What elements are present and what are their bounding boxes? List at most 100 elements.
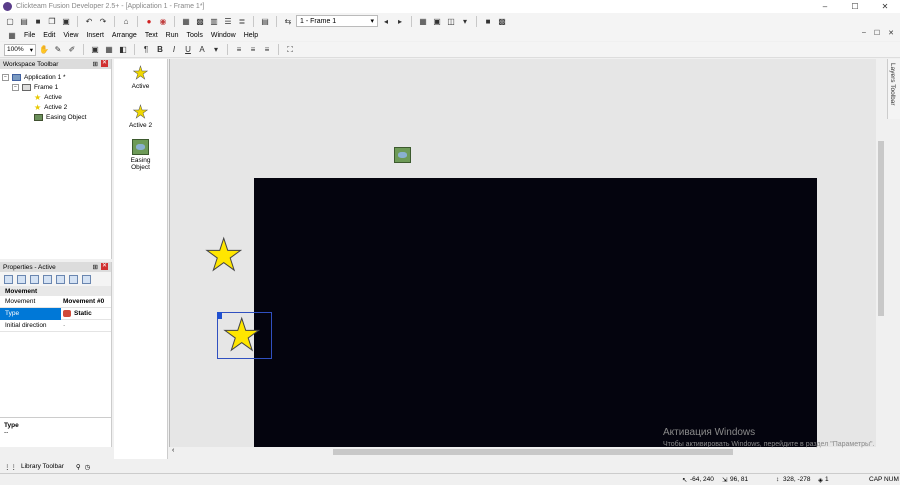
- copy-icon[interactable]: ❐: [46, 15, 58, 27]
- property-value-cell[interactable]: Static: [61, 309, 111, 317]
- settings-tab-icon[interactable]: [4, 274, 13, 284]
- grid-icon[interactable]: ▦: [417, 15, 429, 27]
- frame-editor-icon[interactable]: ▩: [194, 15, 206, 27]
- property-row[interactable]: Movement Movement #0: [0, 296, 111, 308]
- mdi-minimize-button[interactable]: –: [862, 29, 866, 37]
- collapse-icon[interactable]: −: [2, 73, 9, 81]
- vertical-scrollbar[interactable]: [876, 59, 886, 447]
- clock-icon[interactable]: ◷: [85, 463, 91, 471]
- close-icon[interactable]: ✕: [101, 60, 108, 67]
- display-options-icon[interactable]: ◫: [445, 15, 457, 27]
- property-row[interactable]: Type Static: [0, 307, 111, 320]
- paste-icon[interactable]: ▣: [60, 15, 72, 27]
- italic-button[interactable]: I: [168, 44, 180, 56]
- menu-file[interactable]: File: [24, 32, 35, 39]
- data-elements-icon[interactable]: ≣: [236, 15, 248, 27]
- menu-insert[interactable]: Insert: [86, 32, 104, 39]
- display-tab-icon[interactable]: [17, 274, 26, 284]
- tree-item-application[interactable]: − Application 1 *: [2, 72, 109, 82]
- next-frame-icon[interactable]: ▸: [394, 15, 406, 27]
- menu-help[interactable]: Help: [244, 32, 258, 39]
- frame-select[interactable]: 1 - Frame 1 ▾: [296, 15, 378, 27]
- menu-view[interactable]: View: [63, 32, 78, 39]
- snap-icon[interactable]: ▣: [431, 15, 443, 27]
- vertical-scroll-thumb[interactable]: [878, 141, 884, 316]
- edit-tool-icon[interactable]: ✎: [52, 44, 64, 56]
- hand-tool-icon[interactable]: ✋: [38, 44, 50, 56]
- save-icon[interactable]: ■: [32, 15, 44, 27]
- minimize-button[interactable]: –: [810, 0, 840, 13]
- undo-icon[interactable]: ↶: [83, 15, 95, 27]
- horizontal-scroll-thumb[interactable]: [333, 449, 733, 455]
- frame-editor-canvas[interactable]: ★ ★: [169, 59, 876, 447]
- scroll-left-icon[interactable]: ‹: [172, 447, 174, 454]
- horizontal-scrollbar[interactable]: ‹: [169, 447, 876, 457]
- redo-icon[interactable]: ↷: [97, 15, 109, 27]
- fit-frame-icon[interactable]: ⛶: [284, 44, 296, 56]
- tree-item-active-2[interactable]: ★ Active 2: [2, 102, 109, 112]
- mdi-close-button[interactable]: ✕: [888, 29, 894, 37]
- easing-object-instance[interactable]: [394, 147, 411, 163]
- menu-edit[interactable]: Edit: [43, 32, 55, 39]
- view-icon[interactable]: ▣: [89, 44, 101, 56]
- underline-button[interactable]: U: [182, 44, 194, 56]
- bold-button[interactable]: B: [154, 44, 166, 56]
- event-editor-icon[interactable]: ▥: [208, 15, 220, 27]
- menu-text[interactable]: Text: [145, 32, 158, 39]
- tree-item-frame[interactable]: − Frame 1: [2, 82, 109, 92]
- text-color-icon[interactable]: A: [196, 44, 208, 56]
- align-right-icon[interactable]: ≡: [261, 44, 273, 56]
- events-tab-icon[interactable]: [69, 274, 78, 284]
- values-tab-icon[interactable]: [56, 274, 65, 284]
- edit-2-tool-icon[interactable]: ✐: [66, 44, 78, 56]
- frame-navigation-icon[interactable]: ⇆: [282, 15, 294, 27]
- close-button[interactable]: ✕: [870, 0, 900, 13]
- library-title[interactable]: Library Toolbar: [21, 463, 64, 470]
- object-item-active[interactable]: ★ Active: [114, 63, 167, 90]
- selected-active-instance[interactable]: ★: [217, 312, 272, 359]
- menu-tools[interactable]: Tools: [187, 32, 203, 39]
- align-center-icon[interactable]: ≡: [247, 44, 259, 56]
- layers-toolbar-tab[interactable]: Layers Toolbar: [887, 59, 900, 119]
- stop-icon[interactable]: ◉: [157, 15, 169, 27]
- align-left-icon[interactable]: ≡: [233, 44, 245, 56]
- event-list-icon[interactable]: ☰: [222, 15, 234, 27]
- text-properties-icon[interactable]: ¶: [140, 44, 152, 56]
- layout-icon[interactable]: ■: [482, 15, 494, 27]
- open-folder-icon[interactable]: ▤: [18, 15, 30, 27]
- tree-item-easing-object[interactable]: Easing Object: [2, 112, 109, 122]
- search-icon[interactable]: ⚲: [76, 463, 81, 471]
- grid-view-icon[interactable]: ▦: [103, 44, 115, 56]
- frame-area[interactable]: [254, 178, 817, 447]
- menu-arrange[interactable]: Arrange: [112, 32, 137, 39]
- close-icon[interactable]: ✕: [101, 263, 108, 270]
- new-file-icon[interactable]: ▢: [4, 15, 16, 27]
- chevron-down-icon[interactable]: ▾: [459, 15, 471, 27]
- movement-tab-icon[interactable]: [30, 274, 39, 284]
- maximize-button[interactable]: ☐: [840, 0, 870, 13]
- menu-run[interactable]: Run: [166, 32, 179, 39]
- object-item-easing-object[interactable]: Easing Object: [114, 139, 167, 171]
- storyboard-editor-icon[interactable]: ▦: [180, 15, 192, 27]
- chevron-down-icon[interactable]: ▾: [210, 44, 222, 56]
- game-controller-icon[interactable]: ▩: [496, 15, 508, 27]
- property-row[interactable]: Initial direction ·: [0, 320, 111, 332]
- active-2-instance-star-icon[interactable]: ★: [203, 233, 243, 278]
- previous-frame-icon[interactable]: ◂: [380, 15, 392, 27]
- menu-window[interactable]: Window: [211, 32, 236, 39]
- zoom-select[interactable]: 100% ▾: [4, 43, 36, 56]
- window-view-icon[interactable]: ◧: [117, 44, 129, 56]
- runtime-options-tab-icon[interactable]: [43, 274, 52, 284]
- build-icon[interactable]: ⌂: [120, 15, 132, 27]
- pin-icon[interactable]: ⊞: [93, 60, 98, 68]
- run-application-icon[interactable]: ●: [143, 15, 155, 27]
- pin-icon[interactable]: ⊞: [93, 263, 98, 271]
- tree-item-active[interactable]: ★ Active: [2, 92, 109, 102]
- property-value[interactable]: Movement #0: [61, 298, 111, 305]
- mdi-restore-button[interactable]: ☐: [874, 29, 880, 37]
- collapse-icon[interactable]: −: [12, 83, 19, 91]
- property-value[interactable]: ·: [61, 322, 111, 329]
- events-properties-icon[interactable]: ▤: [259, 15, 271, 27]
- about-tab-icon[interactable]: [82, 274, 91, 284]
- object-item-active-2[interactable]: ★ Active 2: [114, 102, 167, 129]
